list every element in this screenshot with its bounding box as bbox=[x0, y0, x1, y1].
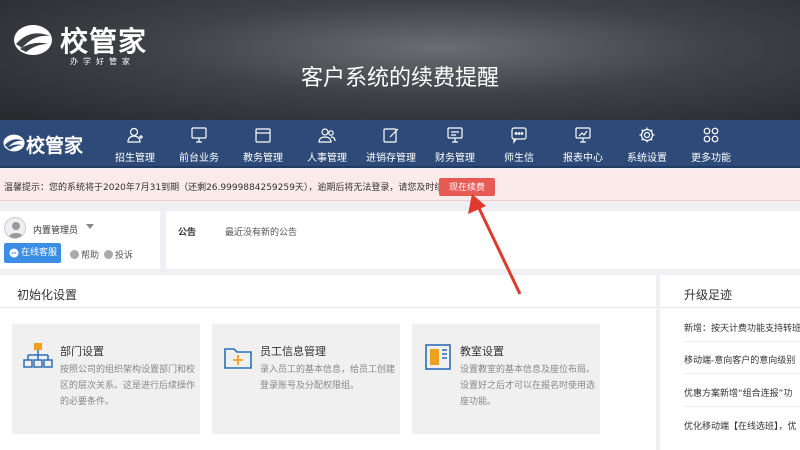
upgrade-item[interactable]: 优惠方案新增“组合连报”功 bbox=[684, 386, 800, 399]
calendar-box-icon bbox=[255, 128, 271, 143]
brand-name: 校管家 bbox=[60, 25, 148, 58]
divider bbox=[0, 307, 656, 308]
init-settings-title: 初始化设置 bbox=[17, 288, 78, 302]
finance-icon bbox=[447, 127, 463, 143]
divider bbox=[684, 406, 800, 407]
complain-link[interactable]: 投诉 bbox=[104, 248, 133, 261]
init-settings-panel: 初始化设置 部门设置 按照公司的组织架构设置部门和校区的层次关系。这是进行后续操… bbox=[0, 275, 656, 450]
upgrade-item[interactable]: 优化移动端【在线选班】，优 bbox=[684, 419, 800, 432]
card-desc: 录入员工的基本信息，给员工创建登录账号及分配权限组。 bbox=[260, 365, 396, 391]
monitor-icon bbox=[191, 127, 207, 143]
chevron-down-icon[interactable] bbox=[86, 224, 94, 229]
complain-icon bbox=[104, 250, 113, 259]
divider bbox=[684, 341, 800, 342]
help-label: 帮助 bbox=[81, 251, 100, 261]
online-service-label: 在线客服 bbox=[21, 248, 58, 258]
help-link[interactable]: 帮助 bbox=[70, 248, 99, 261]
annotation-arrow-icon bbox=[468, 194, 522, 295]
main-nav: 校管家 招生管理 前台业务 教务管理 人事管理 进销存管理 财务管理 师生信 报… bbox=[0, 120, 800, 168]
online-service-button[interactable]: 在线客服 bbox=[4, 243, 61, 263]
nav-brand-name: 校管家 bbox=[26, 135, 84, 157]
nav-label: 更多功能 bbox=[691, 153, 731, 164]
message-icon bbox=[511, 127, 527, 144]
card-employee-info[interactable]: 员工信息管理 录入员工的基本信息，给员工创建登录账号及分配权限组。 bbox=[212, 324, 400, 434]
upgrade-item[interactable]: 新增：按天计费功能支持转班 bbox=[684, 321, 800, 334]
complain-label: 投诉 bbox=[115, 251, 134, 261]
upgrade-item[interactable]: 移动端-意向客户的意向级别 bbox=[684, 353, 800, 366]
chat-icon bbox=[9, 248, 19, 258]
nav-logo[interactable]: 校管家 bbox=[2, 130, 84, 158]
user-name[interactable]: 内置管理员 bbox=[33, 223, 78, 236]
chart-monitor-icon bbox=[575, 127, 591, 143]
grid-more-icon bbox=[703, 127, 719, 143]
edit-box-icon bbox=[383, 128, 399, 143]
card-desc: 设置教室的基本信息及座位布局。设置好之后才可以在报名时使用选座功能。 bbox=[460, 365, 596, 407]
notice-text: 最近没有新的公告 bbox=[225, 228, 298, 238]
enroll-user-icon bbox=[127, 127, 143, 143]
renewal-alert: 温馨提示：您的系统将于2020年7月31到期（还剩26.999988425925… bbox=[0, 170, 800, 201]
renewal-alert-text: 温馨提示：您的系统将于2020年7月31到期（还剩26.999988425925… bbox=[4, 183, 462, 193]
folder-plus-icon bbox=[224, 348, 252, 369]
org-chart-icon bbox=[23, 343, 53, 368]
card-department-settings[interactable]: 部门设置 按照公司的组织架构设置部门和校区的层次关系。这是进行后续操作的必要条件… bbox=[12, 324, 200, 434]
header-banner: 校管家 办学好管家 客户系统的续费提醒 bbox=[0, 0, 800, 120]
divider bbox=[660, 307, 800, 308]
nav-item-more[interactable]: 更多功能 bbox=[678, 120, 742, 168]
card-title: 教室设置 bbox=[460, 345, 504, 358]
logo-swoosh-icon bbox=[14, 25, 52, 55]
card-title: 部门设置 bbox=[60, 345, 104, 358]
user-avatar-icon bbox=[8, 222, 24, 238]
page-title: 客户系统的续费提醒 bbox=[300, 66, 499, 91]
gear-icon bbox=[639, 127, 655, 143]
people-icon bbox=[318, 128, 336, 143]
logo-swoosh-icon bbox=[3, 134, 25, 152]
notice-label: 公告 bbox=[178, 228, 197, 238]
help-icon bbox=[70, 250, 79, 259]
divider bbox=[684, 373, 800, 374]
user-panel: 内置管理员 在线客服 帮助 投诉 bbox=[0, 211, 160, 269]
card-title: 员工信息管理 bbox=[260, 345, 326, 358]
avatar[interactable] bbox=[4, 217, 26, 239]
card-desc: 按照公司的组织架构设置部门和校区的层次关系。这是进行后续操作的必要条件。 bbox=[60, 365, 196, 407]
upgrade-log-panel: 升级足迹 新增：按天计费功能支持转班 移动端-意向客户的意向级别 优惠方案新增“… bbox=[660, 275, 800, 450]
classroom-layout-icon bbox=[425, 344, 451, 370]
card-classroom-settings[interactable]: 教室设置 设置教室的基本信息及座位布局。设置好之后才可以在报名时使用选座功能。 bbox=[412, 324, 600, 434]
upgrade-log-title: 升级足迹 bbox=[684, 288, 733, 302]
